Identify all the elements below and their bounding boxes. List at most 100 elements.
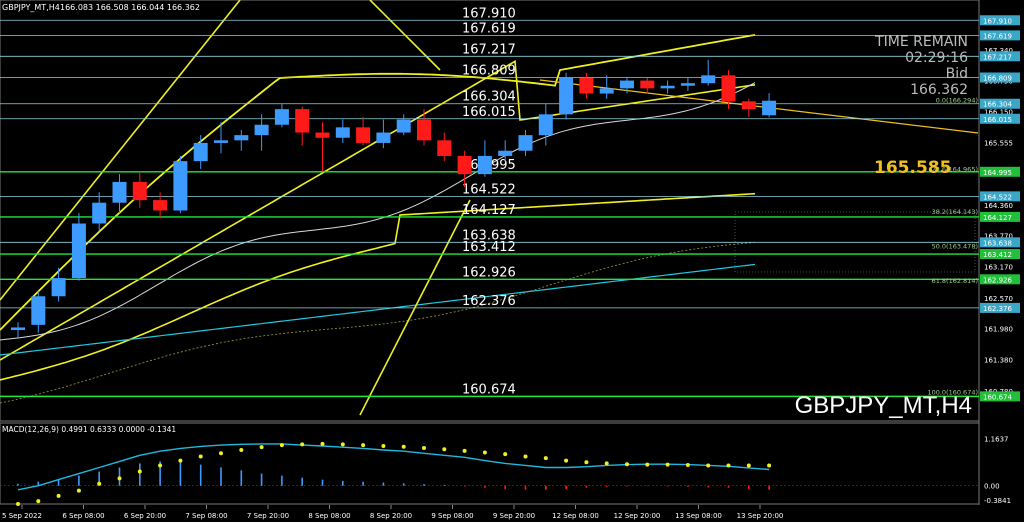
bull-candle — [518, 135, 533, 151]
price-tag-label: 164.127 — [983, 214, 1012, 222]
x-tick-label: 5 Sep 2022 — [2, 512, 42, 520]
y-tick-label: 165.555 — [984, 140, 1013, 148]
price-tag-label: 162.926 — [983, 276, 1012, 284]
signal-dot — [625, 462, 629, 467]
bull-candle — [599, 88, 614, 94]
price-tag-label: 166.304 — [983, 101, 1012, 109]
fib-label: 50.0(163.478) — [932, 243, 978, 251]
bull-candle — [31, 296, 46, 325]
x-tick-label: 13 Sep 20:00 — [737, 512, 784, 520]
signal-dot — [361, 443, 366, 448]
macd-y-tick: 0.00 — [984, 483, 1000, 491]
x-tick-label: 7 Sep 20:00 — [247, 512, 289, 520]
signal-dot — [279, 443, 284, 448]
y-tick-label: 163.170 — [984, 264, 1013, 272]
signal-dot — [746, 463, 751, 468]
signal-dot — [604, 461, 609, 466]
level-label: 166.809 — [462, 63, 516, 78]
chart-canvas: 167.910 167.619 167.217 166.809 166.304 166.0… — [0, 0, 1024, 522]
bull-candle — [538, 114, 553, 136]
fib-label: 61.8(162.814) — [932, 277, 978, 285]
x-tick-label: 7 Sep 08:00 — [185, 512, 227, 520]
level-label: 166.304 — [462, 90, 516, 105]
x-tick-label: 9 Sep 08:00 — [431, 512, 473, 520]
fib-label: 38.2(164.143) — [932, 208, 978, 216]
signal-dot — [300, 442, 305, 447]
level-label: 167.619 — [462, 21, 516, 36]
bull-candle — [477, 155, 492, 175]
bull-candle — [51, 278, 66, 297]
signal-dot — [645, 462, 650, 467]
signal-dot — [117, 476, 122, 481]
level-label: 164.522 — [462, 182, 516, 197]
signal-dot — [97, 481, 102, 486]
x-tick-label: 6 Sep 08:00 — [62, 512, 104, 520]
highlight-price: 165.585 — [874, 158, 951, 178]
signal-dot — [36, 499, 41, 504]
bear-candle — [457, 155, 472, 175]
time-remain-label: TIME REMAIN — [874, 34, 968, 50]
bull-candle — [112, 181, 127, 203]
bull-candle — [620, 80, 634, 89]
price-tag-label: 167.910 — [983, 17, 1012, 25]
bull-candle — [234, 135, 249, 141]
bull-candle — [680, 83, 695, 86]
bear-candle — [721, 75, 736, 102]
x-tick-label: 9 Sep 20:00 — [493, 512, 535, 520]
bull-candle — [92, 202, 107, 224]
bid-value: 166.362 — [910, 82, 968, 98]
bull-candle — [396, 119, 411, 133]
bull-candle — [559, 77, 574, 115]
level-label: 164.127 — [462, 203, 516, 218]
signal-dot — [16, 502, 20, 506]
y-tick-label: 162.570 — [984, 295, 1013, 303]
macd-title: MACD(12,26,9) 0.4991 0.6333 0.0000 -0.13… — [2, 425, 176, 434]
bull-candle — [701, 75, 716, 84]
signal-dot — [462, 448, 467, 453]
ohlc-readout: 166.083 166.508 166.044 166.362 — [60, 3, 200, 12]
macd-y-tick: 1.1637 — [984, 436, 1009, 444]
signal-dot — [482, 450, 487, 455]
x-tick-label: 13 Sep 08:00 — [675, 512, 722, 520]
price-tag-label: 163.412 — [983, 251, 1012, 259]
level-label: 160.674 — [462, 382, 516, 397]
bull-candle — [762, 100, 777, 116]
price-tag-label: 162.376 — [983, 305, 1012, 313]
signal-dot — [198, 454, 203, 459]
bull-candle — [498, 150, 513, 156]
signal-dot — [442, 447, 447, 452]
signal-dot — [584, 460, 589, 465]
time-remain-value: 02:29:16 — [905, 50, 968, 66]
bull-candle — [71, 223, 86, 279]
signal-dot — [178, 458, 183, 463]
price-tag-label: 166.015 — [983, 116, 1012, 124]
level-label: 162.376 — [462, 294, 516, 309]
bear-candle — [356, 127, 371, 143]
bear-candle — [640, 80, 655, 89]
signal-dot — [320, 441, 325, 446]
level-label: 163.412 — [462, 240, 516, 255]
bear-candle — [579, 77, 594, 94]
signal-dot — [767, 463, 772, 468]
bear-candle — [295, 109, 310, 133]
bear-candle — [132, 181, 147, 201]
price-tag-label: 167.217 — [983, 53, 1012, 61]
level-label: 162.926 — [462, 265, 516, 280]
signal-dot — [665, 462, 670, 467]
bull-candle — [11, 327, 25, 331]
signal-dot — [259, 445, 264, 450]
signal-dot — [158, 463, 163, 468]
bear-candle — [153, 200, 168, 211]
signal-dot — [726, 463, 731, 468]
bull-candle — [660, 85, 675, 89]
signal-dot — [564, 458, 569, 463]
price-tag-label: 163.638 — [983, 239, 1012, 247]
x-tick-label: 12 Sep 08:00 — [552, 512, 599, 520]
price-tag-label: 160.674 — [983, 393, 1012, 401]
price-tag-label: 167.619 — [983, 32, 1012, 40]
bear-candle — [741, 101, 756, 110]
signal-dot — [340, 442, 345, 447]
bear-candle — [417, 119, 431, 141]
bear-candle — [315, 132, 330, 138]
x-tick-label: 8 Sep 08:00 — [308, 512, 350, 520]
